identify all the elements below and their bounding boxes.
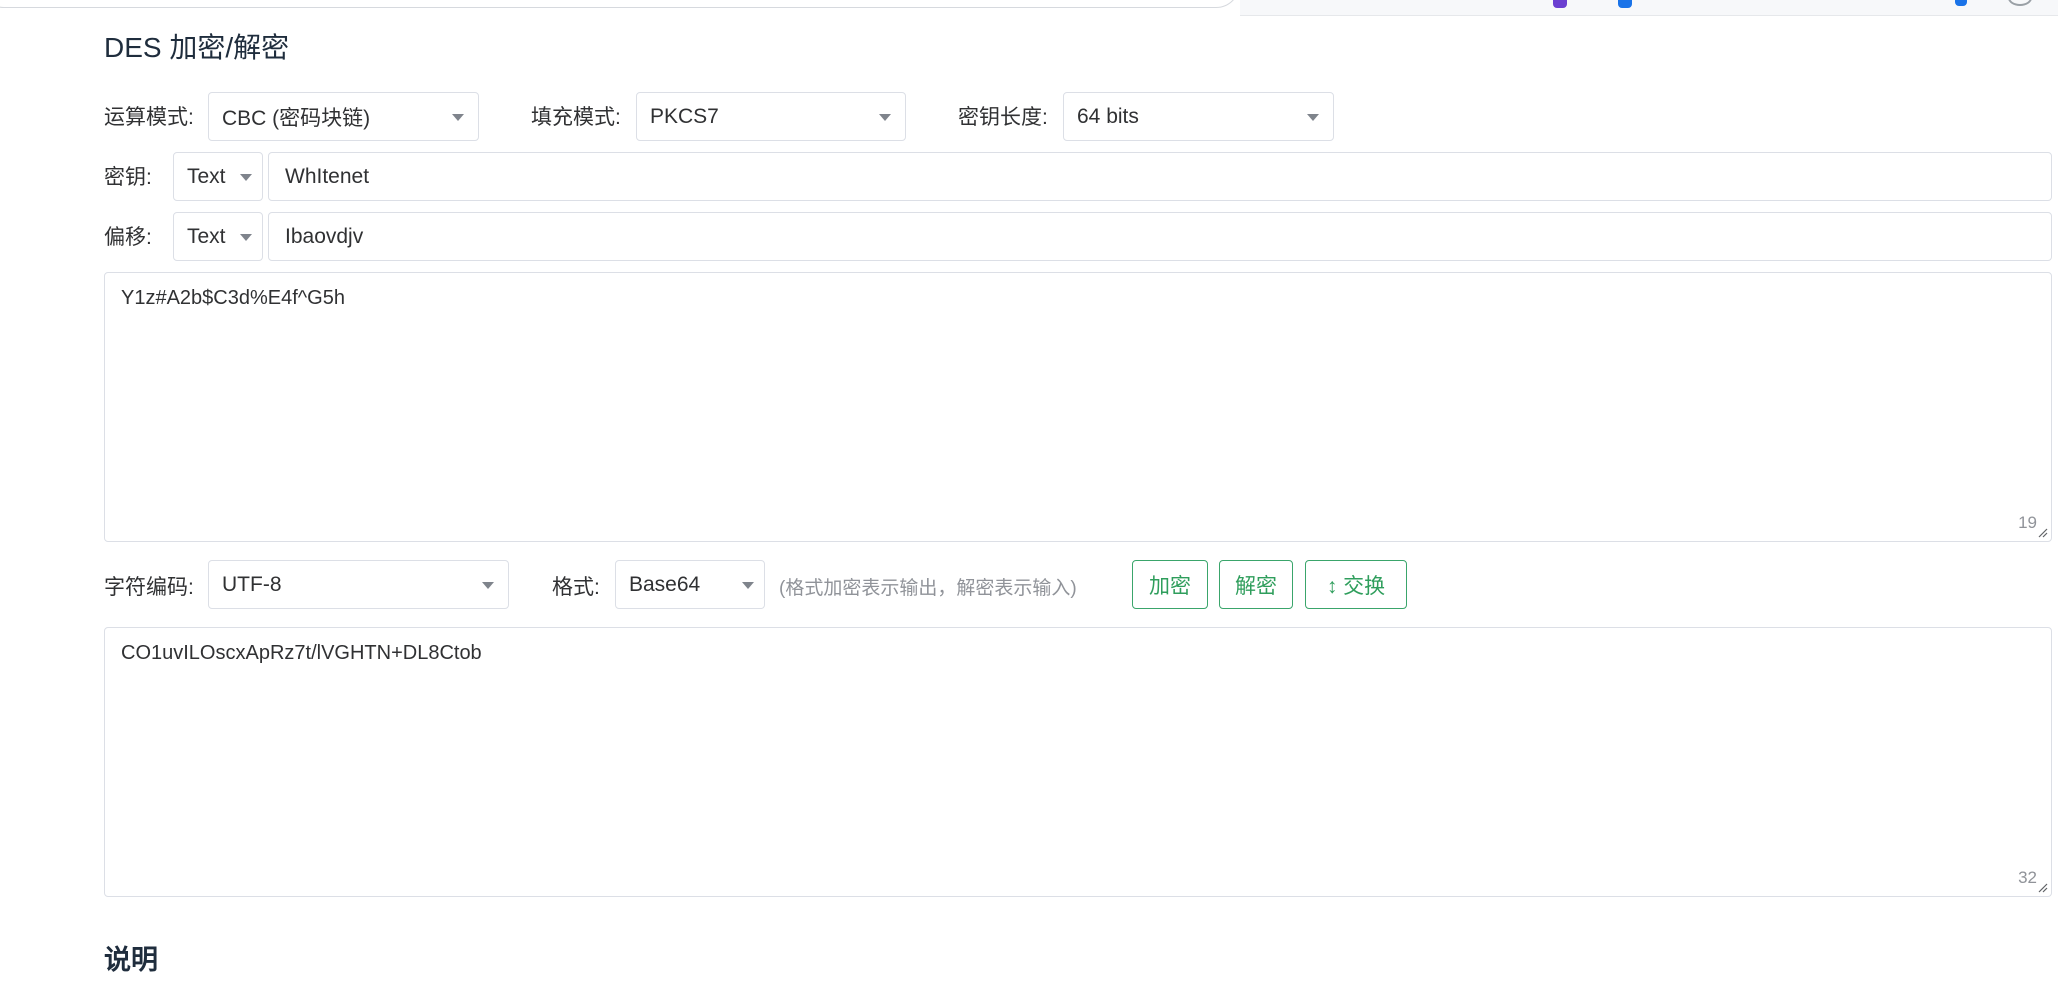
iv-type-value: Text — [187, 224, 226, 248]
mode-label: 运算模式: — [104, 106, 194, 129]
charset-select-value: UTF-8 — [222, 572, 282, 596]
decrypt-button[interactable]: 解密 — [1219, 560, 1293, 609]
page-title: DES 加密/解密 — [104, 32, 290, 63]
swap-button[interactable]: ↕ 交换 — [1305, 560, 1407, 609]
format-hint: (格式加密表示输出，解密表示输入) — [779, 578, 1077, 599]
mode-select[interactable]: CBC (密码块链) — [208, 92, 479, 141]
chevron-down-icon — [452, 113, 464, 121]
chevron-down-icon — [879, 113, 891, 121]
chevron-down-icon — [240, 173, 252, 181]
ciphertext-char-count: 32 — [2018, 868, 2037, 887]
key-type-select[interactable]: Text — [173, 152, 263, 201]
format-select[interactable]: Base64 — [615, 560, 765, 609]
format-select-value: Base64 — [629, 572, 701, 596]
keylen-select[interactable]: 64 bits — [1063, 92, 1334, 141]
extension-icon[interactable] — [1618, 0, 1632, 8]
padding-label: 填充模式: — [531, 106, 621, 129]
resize-handle-icon[interactable] — [2038, 528, 2048, 538]
resize-handle-icon[interactable] — [2038, 883, 2048, 893]
iv-input[interactable]: Ibaovdjv — [268, 212, 2052, 261]
chevron-down-icon — [482, 581, 494, 589]
extension-icon[interactable] — [1955, 0, 1967, 6]
charset-label: 字符编码: — [104, 576, 194, 599]
iv-type-select[interactable]: Text — [173, 212, 263, 261]
padding-select-value: PKCS7 — [650, 104, 719, 128]
charset-select[interactable]: UTF-8 — [208, 560, 509, 609]
key-label: 密钥: — [104, 166, 152, 189]
chevron-down-icon — [240, 233, 252, 241]
ciphertext-textarea[interactable]: CO1uvILOscxApRz7t/lVGHTN+DL8Ctob 32 — [104, 627, 2052, 897]
key-input[interactable]: WhItenet — [268, 152, 2052, 201]
plaintext-textarea[interactable]: Y1z#A2b$C3d%E4f^G5h 19 — [104, 272, 2052, 542]
notes-heading: 说明 — [104, 945, 158, 975]
chevron-down-icon — [1307, 113, 1319, 121]
key-type-value: Text — [187, 164, 226, 188]
format-label: 格式: — [552, 576, 600, 599]
plaintext-value: Y1z#A2b$C3d%E4f^G5h — [121, 287, 345, 309]
keylen-select-value: 64 bits — [1077, 104, 1139, 128]
address-bar[interactable] — [0, 0, 1240, 8]
ciphertext-value: CO1uvILOscxApRz7t/lVGHTN+DL8Ctob — [121, 642, 482, 664]
key-input-value: WhItenet — [285, 164, 370, 188]
mode-select-value: CBC (密码块链) — [222, 106, 371, 130]
extension-icon[interactable] — [1553, 0, 1567, 8]
plaintext-char-count: 19 — [2018, 513, 2037, 532]
encrypt-button[interactable]: 加密 — [1132, 560, 1208, 609]
chevron-down-icon — [742, 581, 754, 589]
padding-select[interactable]: PKCS7 — [636, 92, 906, 141]
iv-label: 偏移: — [104, 226, 152, 249]
iv-input-value: Ibaovdjv — [285, 224, 364, 248]
toolbar-strip — [1240, 0, 2058, 16]
keylen-label: 密钥长度: — [958, 106, 1048, 129]
